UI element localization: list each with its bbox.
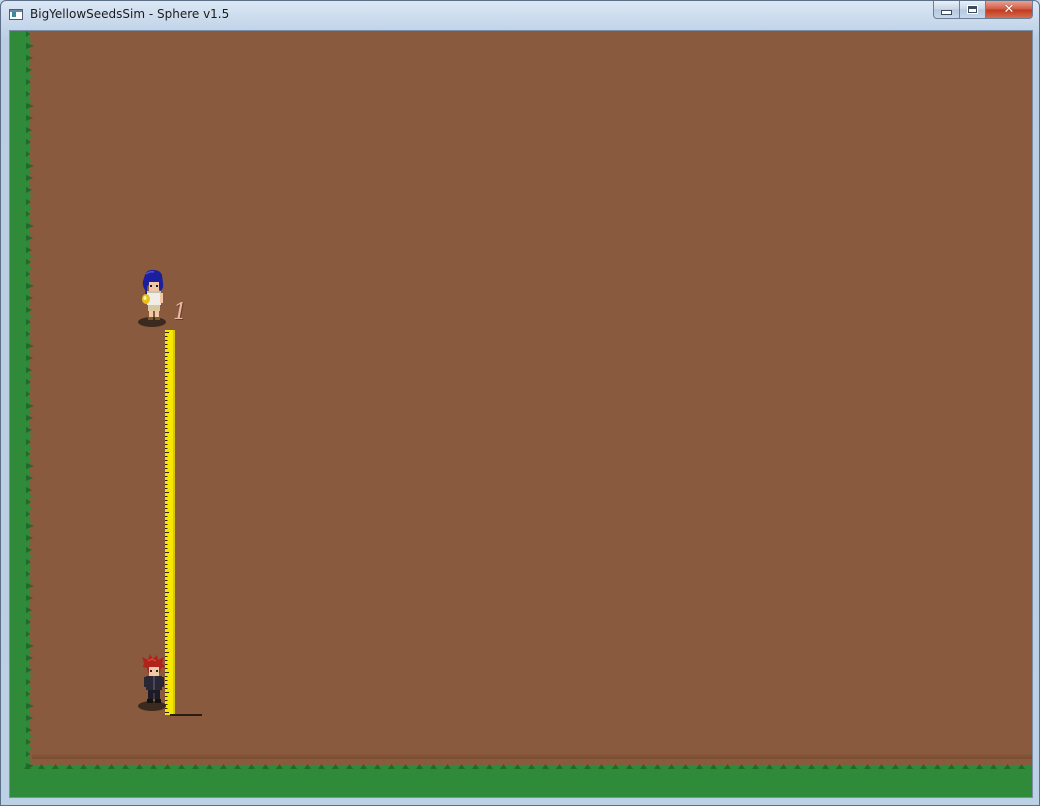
game-canvas[interactable]: 1 [9, 30, 1033, 798]
minimize-button[interactable] [933, 1, 960, 19]
grass-fringe-left [26, 31, 34, 771]
window-title: BigYellowSeedsSim - Sphere v1.5 [30, 7, 230, 21]
maximize-icon [967, 5, 978, 14]
grass-border-bottom [10, 765, 1032, 797]
grass-fringe-bottom [24, 764, 1032, 769]
minimize-icon [941, 10, 952, 15]
app-window-icon[interactable] [9, 9, 23, 20]
seed-count-label: 1 [173, 300, 187, 325]
close-button[interactable]: ✕ [986, 1, 1033, 19]
maximize-button[interactable] [960, 1, 986, 19]
window-controls: ✕ [933, 1, 1033, 20]
red-haired-boy-sprite[interactable] [138, 653, 170, 709]
app-window: BigYellowSeedsSim - Sphere v1.5 ✕ 1 [0, 0, 1040, 806]
title-bar[interactable]: BigYellowSeedsSim - Sphere v1.5 ✕ [1, 1, 1039, 29]
blue-haired-girl-sprite[interactable] [138, 269, 170, 325]
close-icon: ✕ [1003, 2, 1015, 17]
ruler-base [170, 714, 202, 716]
